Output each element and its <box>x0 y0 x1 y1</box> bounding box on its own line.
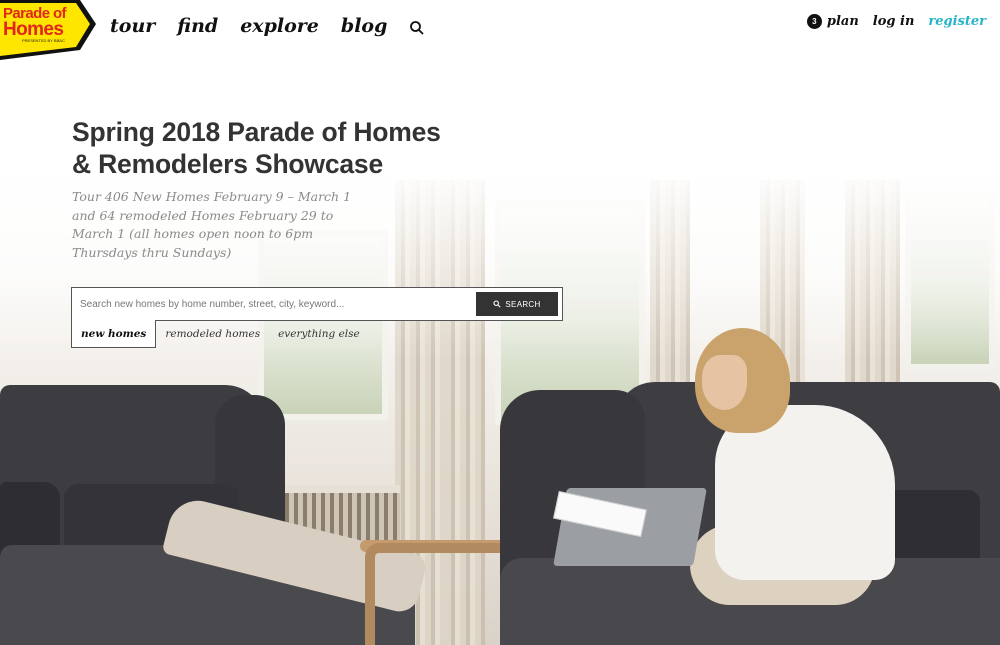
title-line-2: & Remodelers Showcase <box>72 149 383 179</box>
logo-line-2: Homes <box>3 19 64 40</box>
login-link[interactable]: log in <box>873 14 915 29</box>
plan-label[interactable]: plan <box>827 14 859 29</box>
search-icon <box>493 300 501 308</box>
tab-remodeled-homes[interactable]: remodeled homes <box>156 320 269 348</box>
search-category-tabs: new homes remodeled homes everything els… <box>71 320 369 348</box>
search-bar: SEARCH <box>71 287 563 321</box>
parade-of-homes-logo[interactable]: Parade of Homes PRESENTED BY BBAC <box>0 0 96 60</box>
register-link[interactable]: register <box>928 14 986 29</box>
tab-new-homes[interactable]: new homes <box>71 320 157 348</box>
page-title: Spring 2018 Parade of Homes & Remodelers… <box>72 116 572 180</box>
site-header: Parade of Homes PRESENTED BY BBAC tour f… <box>0 0 1000 60</box>
nav-tour[interactable]: tour <box>110 15 155 37</box>
user-nav: 3 plan log in register <box>806 14 986 29</box>
search-button[interactable]: SEARCH <box>476 292 558 316</box>
main-nav: tour find explore blog <box>110 15 425 37</box>
nav-blog[interactable]: blog <box>341 15 387 37</box>
page-subtitle: Tour 406 New Homes February 9 – March 1 … <box>72 189 352 260</box>
nav-find[interactable]: find <box>177 15 218 37</box>
logo-wordmark: Parade of Homes <box>3 6 67 40</box>
search-input[interactable] <box>80 294 475 314</box>
logo-tagline: PRESENTED BY BBAC <box>22 38 65 43</box>
plan-count-badge: 3 <box>806 14 822 29</box>
hero-content: Spring 2018 Parade of Homes & Remodelers… <box>72 116 572 262</box>
search-button-label: SEARCH <box>505 299 541 309</box>
tab-everything-else[interactable]: everything else <box>269 320 369 348</box>
search-icon[interactable] <box>409 20 425 36</box>
title-line-1: Spring 2018 Parade of Homes <box>72 117 441 147</box>
plan-link[interactable]: 3 plan <box>806 14 859 29</box>
nav-explore[interactable]: explore <box>240 15 319 37</box>
